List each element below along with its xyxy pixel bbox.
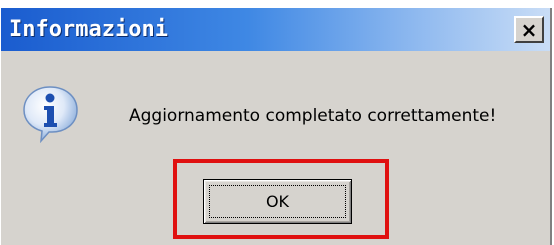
close-icon: ×: [520, 17, 538, 42]
ok-button[interactable]: OK: [203, 179, 352, 224]
info-dialog: Informazioni × Aggiornamento completato …: [0, 8, 552, 245]
dialog-message: Aggiornamento completato correttamente!: [129, 106, 497, 126]
dialog-title: Informazioni: [9, 17, 168, 42]
info-icon: [23, 86, 78, 143]
close-button[interactable]: ×: [514, 16, 544, 43]
focus-rectangle: [209, 185, 346, 218]
title-bar[interactable]: Informazioni ×: [1, 8, 550, 51]
